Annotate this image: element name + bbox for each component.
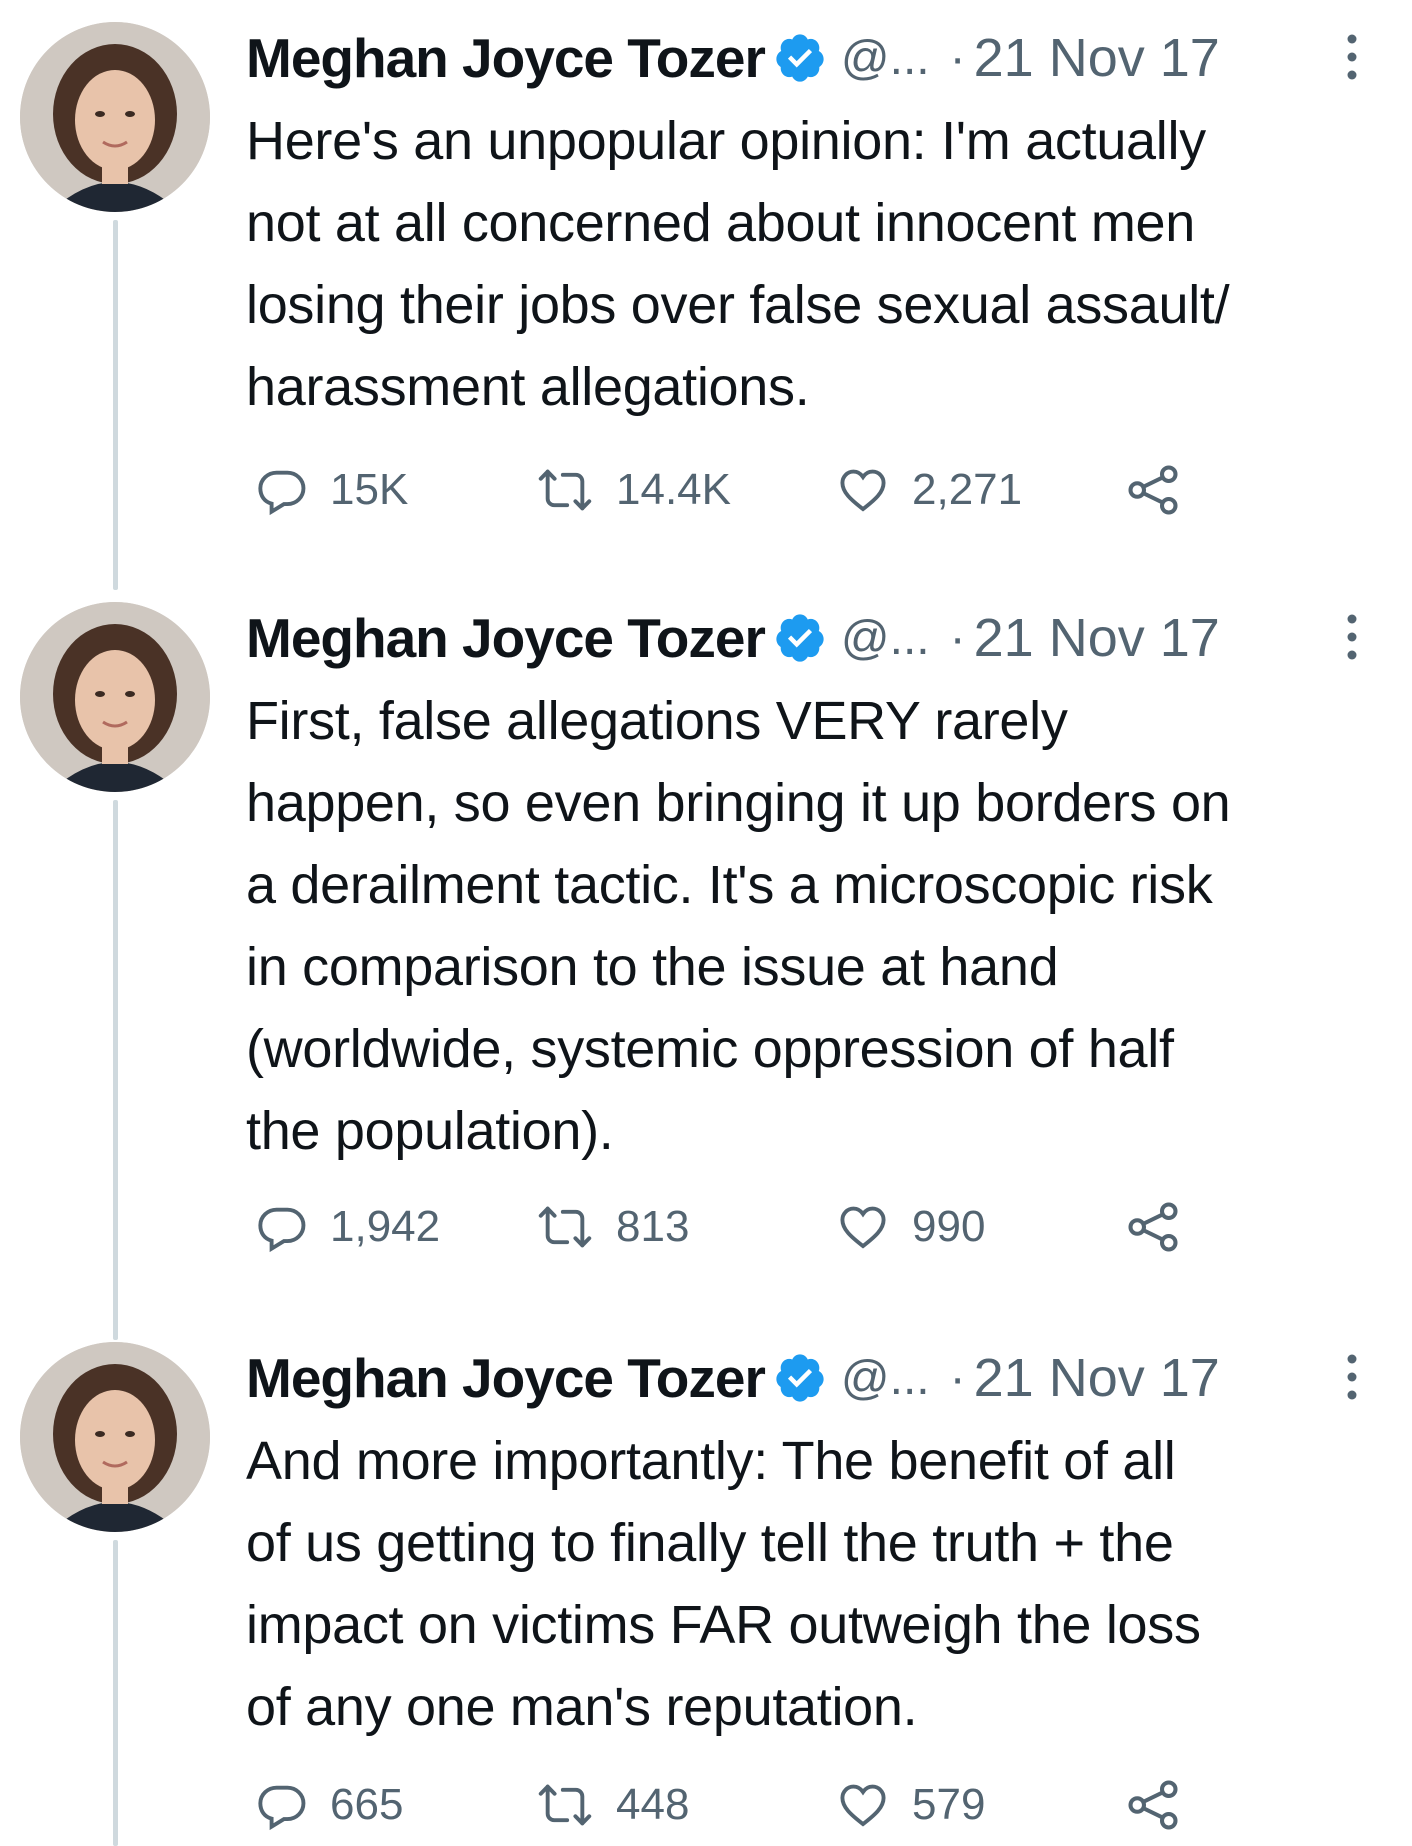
reply-button[interactable]: 15K <box>256 455 408 525</box>
thread-connector <box>113 800 118 1340</box>
heart-icon <box>840 1784 886 1827</box>
heart-icon <box>840 469 886 512</box>
more-options-icon[interactable] <box>1340 30 1364 84</box>
tweet[interactable]: Meghan Joyce Tozer @... · 21 Nov 17 And … <box>0 1320 1412 1846</box>
reply-count: 665 <box>330 1780 404 1829</box>
retweet-icon <box>538 1784 592 1826</box>
tweet-date[interactable]: 21 Nov 17 <box>974 607 1220 669</box>
tweet-text: And more importantly: The benefit of all… <box>246 1431 1201 1737</box>
tweet-text: Here's an unpopular opinion: I'm actuall… <box>246 111 1230 417</box>
author-handle[interactable]: @... <box>841 611 930 666</box>
reply-button[interactable]: 665 <box>256 1770 403 1840</box>
avatar[interactable] <box>20 1342 210 1532</box>
tweet-header: Meghan Joyce Tozer @... · 21 Nov 17 <box>246 1342 1220 1414</box>
more-options-icon[interactable] <box>1340 1350 1364 1404</box>
thread-connector <box>113 1540 118 1846</box>
share-icon <box>1128 1780 1178 1830</box>
avatar[interactable] <box>20 602 210 792</box>
tweet-text: First, false allegations VERY rarely hap… <box>246 691 1231 1161</box>
retweet-icon <box>538 469 592 511</box>
tweet-actions: 1,942 813 990 <box>246 1192 1346 1262</box>
reply-icon <box>258 1785 306 1831</box>
share-button[interactable] <box>1126 455 1180 525</box>
author-name[interactable]: Meghan Joyce Tozer <box>246 1346 766 1410</box>
retweet-button[interactable]: 813 <box>536 1192 689 1262</box>
tweet[interactable]: Meghan Joyce Tozer @... · 21 Nov 17 Firs… <box>0 580 1412 1340</box>
reply-count: 1,942 <box>330 1202 441 1251</box>
share-icon <box>1128 1202 1178 1252</box>
tweet[interactable]: Meghan Joyce Tozer @... · 21 Nov 17 Here… <box>0 0 1412 590</box>
retweet-count: 14.4K <box>616 465 731 514</box>
more-options-icon[interactable] <box>1340 610 1364 664</box>
tweet-date[interactable]: 21 Nov 17 <box>974 27 1220 89</box>
reply-count: 15K <box>330 465 409 514</box>
reply-icon <box>258 1207 306 1253</box>
tweet-actions: 665 448 579 <box>246 1770 1346 1840</box>
reply-button[interactable]: 1,942 <box>256 1192 440 1262</box>
like-button[interactable]: 2,271 <box>836 455 1022 525</box>
retweet-button[interactable]: 448 <box>536 1770 689 1840</box>
retweet-count: 813 <box>616 1202 690 1251</box>
retweet-icon <box>538 1206 592 1248</box>
retweet-button[interactable]: 14.4K <box>536 455 731 525</box>
avatar[interactable] <box>20 22 210 212</box>
like-button[interactable]: 579 <box>836 1770 985 1840</box>
author-handle[interactable]: @... <box>841 1351 930 1406</box>
like-count: 990 <box>912 1202 986 1251</box>
tweet-header: Meghan Joyce Tozer @... · 21 Nov 17 <box>246 22 1220 94</box>
tweet-header: Meghan Joyce Tozer @... · 21 Nov 17 <box>246 602 1220 674</box>
author-name[interactable]: Meghan Joyce Tozer <box>246 606 766 670</box>
reply-icon <box>258 470 306 516</box>
separator-dot: · <box>949 611 966 665</box>
retweet-count: 448 <box>616 1780 690 1829</box>
verified-badge-icon <box>776 614 824 662</box>
like-count: 579 <box>912 1780 986 1829</box>
heart-icon <box>840 1206 886 1249</box>
share-button[interactable] <box>1126 1770 1180 1840</box>
tweet-date[interactable]: 21 Nov 17 <box>974 1347 1220 1409</box>
separator-dot: · <box>949 31 966 85</box>
share-icon <box>1128 465 1178 515</box>
verified-badge-icon <box>776 1354 824 1402</box>
author-handle[interactable]: @... <box>841 31 930 86</box>
tweet-actions: 15K 14.4K 2,271 <box>246 455 1346 525</box>
like-count: 2,271 <box>912 465 1023 514</box>
verified-badge-icon <box>776 34 824 82</box>
like-button[interactable]: 990 <box>836 1192 985 1262</box>
share-button[interactable] <box>1126 1192 1180 1262</box>
thread-connector <box>113 220 118 590</box>
author-name[interactable]: Meghan Joyce Tozer <box>246 26 766 90</box>
tweet-thread: Meghan Joyce Tozer @... · 21 Nov 17 Here… <box>0 0 1412 1846</box>
separator-dot: · <box>949 1351 966 1405</box>
